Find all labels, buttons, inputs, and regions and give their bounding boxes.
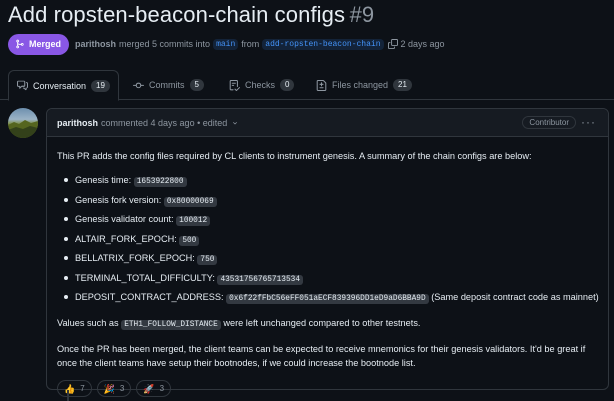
comment-paragraph-values: Values such as ETH1_FOLLOW_DISTANCE were… <box>57 316 598 332</box>
pr-title: Add ropsten-beacon-chain configs <box>8 2 346 27</box>
comment-discussion-icon <box>17 80 28 91</box>
avatar[interactable] <box>8 108 38 138</box>
merged-state-badge: Merged <box>8 33 70 55</box>
list-item-label: TERMINAL_TOTAL_DIFFICULTY: <box>75 272 215 283</box>
rocket-icon: 🚀 <box>143 383 155 394</box>
para2-after: were left unchanged compared to other te… <box>223 318 421 328</box>
from-text: from <box>241 39 260 49</box>
tab-conversation[interactable]: Conversation 19 <box>8 70 119 101</box>
para2-before: Values such as <box>57 318 119 328</box>
list-item-label: Genesis validator count: <box>75 214 174 224</box>
party-popper-icon: 🎉 <box>103 383 115 394</box>
tab-commits-count: 5 <box>189 79 204 91</box>
contributor-badge: Contributor <box>522 116 576 129</box>
list-item-label: DEPOSIT_CONTRACT_ADDRESS: <box>75 292 224 302</box>
tab-files-changed-count: 21 <box>393 79 412 91</box>
tab-commits[interactable]: Commits 5 <box>125 70 212 100</box>
list-item-code: 43531756765713534 <box>217 274 303 285</box>
tab-checks[interactable]: Checks 0 <box>221 70 302 100</box>
list-item: DEPOSIT_CONTRACT_ADDRESS: 0x6f22fFbC56eF… <box>63 290 599 306</box>
git-merge-icon <box>16 39 24 49</box>
list-item-code: 0x80000069 <box>163 196 217 207</box>
list-item-code: 750 <box>197 255 218 265</box>
pr-title-row: Add ropsten-beacon-chain configs #9 <box>8 2 374 28</box>
list-item-code: 500 <box>179 235 200 246</box>
base-branch-label[interactable]: main <box>213 38 239 50</box>
list-item: TERMINAL_TOTAL_DIFFICULTY: 4353175676571… <box>63 271 598 287</box>
list-item: Genesis time: 1653922800 <box>63 173 598 189</box>
chevron-down-icon[interactable] <box>231 119 239 127</box>
comment-body: This PR adds the config files required b… <box>47 137 608 397</box>
avatar-landscape-image <box>8 120 38 138</box>
list-item-code: 0x6f22fFbC56eFF051aECF839396DD1eD9aD6BBA… <box>226 294 429 304</box>
checklist-icon <box>229 79 240 91</box>
pr-number: #9 <box>349 2 375 27</box>
list-item-label: Genesis time: <box>75 175 132 185</box>
merge-summary: parithosh merged 5 commits into main fro… <box>75 38 445 50</box>
para2-code: ETH1_FOLLOW_DISTANCE <box>121 320 221 330</box>
copy-icon[interactable] <box>387 39 398 49</box>
tab-files-changed-label: Files changed <box>332 80 389 90</box>
reaction-count: 3 <box>119 383 125 393</box>
list-item-label: BELLATRIX_FORK_EPOCH: <box>75 253 195 263</box>
reaction-count: 3 <box>159 383 165 393</box>
comment-meta[interactable]: commented 4 days ago • edited <box>101 118 227 128</box>
config-list: Genesis time: 1653922800 Genesis fork ve… <box>63 173 599 306</box>
comment-paragraph-bootnodes: Once the PR has been merged, the client … <box>57 344 586 368</box>
reaction-count: 7 <box>80 383 85 393</box>
pr-meta-row: Merged parithosh merged 5 commits into m… <box>8 33 445 55</box>
comment-intro: This PR adds the config files required b… <box>57 151 532 161</box>
tab-checks-count: 0 <box>280 79 295 91</box>
list-item-label: ALTAIR_FORK_EPOCH: <box>75 233 177 244</box>
list-item: ALTAIR_FORK_EPOCH: 500 <box>63 232 598 248</box>
thumbs-up-icon: 👍 <box>64 383 76 394</box>
list-item: Genesis validator count: 100012 <box>63 212 598 228</box>
file-diff-icon <box>316 79 327 91</box>
head-branch-label[interactable]: add-ropsten-beacon-chain <box>262 38 384 50</box>
list-item-code: 100012 <box>176 216 211 226</box>
git-commit-icon <box>133 82 144 88</box>
timeline-connector <box>67 390 69 401</box>
merge-summary-text: merged 5 commits into <box>119 39 211 49</box>
list-item-label: Genesis fork version: <box>75 194 162 205</box>
list-item: BELLATRIX_FORK_EPOCH: 750 <box>63 251 598 267</box>
merge-author-link[interactable]: parithosh <box>75 39 116 49</box>
reaction-thumbs-up[interactable]: 👍 7 <box>57 380 92 397</box>
merge-time: 2 days ago <box>400 39 445 49</box>
list-item-suffix: (Same deposit contract code as mainnet) <box>431 292 599 302</box>
tab-conversation-label: Conversation <box>33 80 87 91</box>
pr-tabs: Conversation 19 Commits 5 Checks 0 Files… <box>0 70 614 101</box>
tab-files-changed[interactable]: Files changed 21 <box>308 70 420 100</box>
tab-conversation-count: 19 <box>91 79 110 92</box>
comment-author-link[interactable]: parithosh <box>57 118 98 128</box>
tab-checks-label: Checks <box>245 80 276 90</box>
list-item: Genesis fork version: 0x80000069 <box>63 193 598 209</box>
reactions-bar: 👍 7 🎉 3 🚀 3 <box>57 380 598 397</box>
kebab-menu-icon[interactable]: ··· <box>581 115 596 129</box>
comment-card: parithosh commented 4 days ago • edited … <box>46 108 609 397</box>
reaction-hooray[interactable]: 🎉 3 <box>96 380 132 397</box>
list-item-code: 1653922800 <box>133 177 187 187</box>
merged-state-label: Merged <box>29 39 62 49</box>
tab-commits-label: Commits <box>149 80 185 90</box>
reaction-rocket[interactable]: 🚀 3 <box>136 380 172 397</box>
